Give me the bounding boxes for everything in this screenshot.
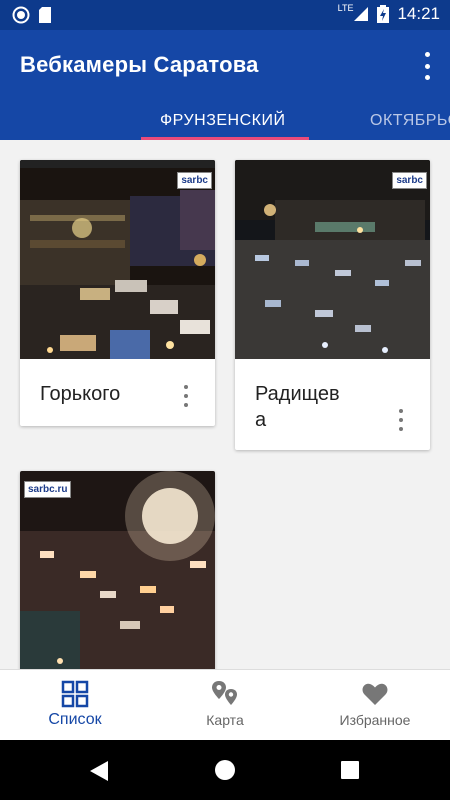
status-bar-notifications (12, 6, 52, 24)
status-bar: LTE 14:21 (0, 0, 450, 30)
nav-label: Список (48, 711, 102, 728)
camera-thumbnail[interactable]: sarbc.ru (20, 471, 215, 669)
nav-map[interactable]: Карта (150, 670, 300, 741)
battery-charging-icon (377, 5, 390, 23)
status-bar-system: LTE 14:21 (337, 3, 440, 24)
camera-thumbnail[interactable]: sarbc (235, 160, 430, 359)
night-intersection-image (20, 471, 215, 669)
camera-grid: sarbc Горького sarbc Радищев а sarbc.ru (0, 140, 450, 669)
night-street-image (20, 160, 215, 359)
camera-thumbnail[interactable]: sarbc (20, 160, 215, 359)
nav-label: Избранное (339, 712, 411, 728)
night-square-image (235, 160, 430, 359)
camera-card[interactable]: sarbc Радищев а (235, 160, 430, 450)
sarbc-logo: sarbc.ru (24, 481, 72, 498)
more-vert-icon[interactable] (398, 409, 404, 431)
sarbc-logo: sarbc (177, 172, 212, 189)
sarbc-logo: sarbc (392, 172, 427, 189)
circle-notification-icon (12, 6, 30, 24)
home-icon[interactable] (214, 759, 236, 781)
recents-icon[interactable] (341, 761, 359, 779)
status-time: 14:21 (397, 4, 440, 23)
tab-oktyabrsky[interactable]: ОКТЯБРЬСКИЙ (370, 112, 450, 130)
nav-favorites[interactable]: Избранное (300, 670, 450, 741)
camera-title: Горького (40, 383, 121, 405)
heart-icon (362, 683, 388, 705)
app-title: Вебкамеры Саратова (20, 52, 259, 77)
sd-card-icon (39, 7, 51, 23)
network-type-label: LTE (337, 3, 354, 13)
map-pins-icon (212, 681, 237, 705)
camera-title: Радищев а (255, 383, 340, 431)
tab-frunzensky[interactable]: ФРУНЗЕНСКИЙ (160, 112, 285, 130)
nav-label: Карта (206, 712, 244, 728)
camera-card[interactable]: sarbc.ru (20, 471, 215, 669)
back-icon[interactable] (88, 760, 110, 782)
signal-icon (354, 7, 369, 21)
card-footer: Радищев а (235, 359, 430, 450)
more-vert-icon[interactable] (418, 52, 436, 80)
system-navigation-bar (0, 740, 450, 800)
camera-card[interactable]: sarbc Горького (20, 160, 215, 426)
app-bar: Вебкамеры Саратова ФРУНЗЕНСКИЙ ОКТЯБРЬСК… (0, 30, 450, 140)
nav-list[interactable]: Список (0, 670, 150, 741)
card-footer: Горького (20, 359, 215, 426)
more-vert-icon[interactable] (183, 385, 189, 407)
grid-icon (61, 680, 89, 708)
district-tabs: ФРУНЗЕНСКИЙ ОКТЯБРЬСКИЙ (0, 108, 450, 140)
bottom-navigation: Список Карта Избранное (0, 669, 450, 740)
